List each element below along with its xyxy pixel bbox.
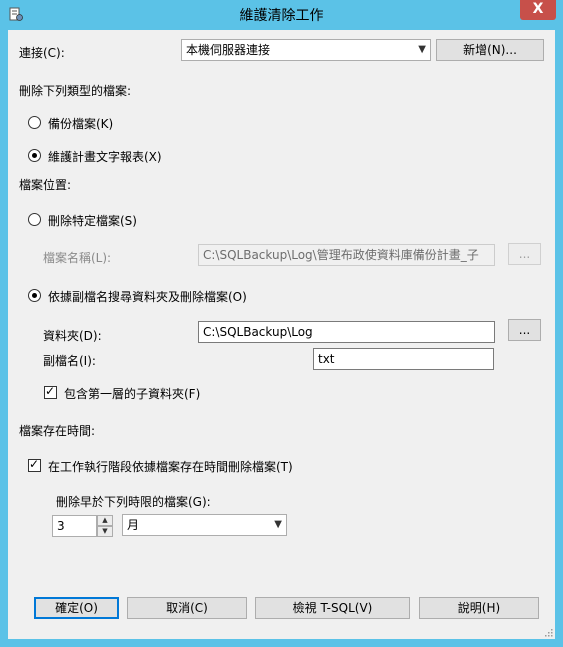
age-unit-value: 月 — [127, 518, 140, 532]
file-location-heading: 檔案位置: — [19, 178, 72, 192]
delete-specific-file-radio[interactable] — [28, 213, 41, 226]
delete-specific-file-label: 刪除特定檔案(S) — [48, 214, 137, 228]
chevron-down-icon: ▼ — [274, 519, 282, 530]
new-connection-button[interactable]: 新增(N)... — [436, 39, 544, 61]
search-by-extension-radio[interactable] — [28, 289, 41, 302]
cancel-button[interactable]: 取消(C) — [127, 597, 247, 619]
backup-files-radio[interactable] — [28, 116, 41, 129]
age-amount-input[interactable]: 3 — [52, 515, 97, 537]
view-tsql-button[interactable]: 檢視 T-SQL(V) — [255, 597, 410, 619]
delete-by-age-label: 在工作執行階段依據檔案存在時間刪除檔案(T) — [48, 460, 293, 474]
delete-by-age-checkbox[interactable] — [28, 457, 41, 472]
extension-label: 副檔名(I): — [43, 354, 96, 368]
file-type-heading: 刪除下列類型的檔案: — [19, 84, 132, 98]
age-unit-combo[interactable]: 月 ▼ — [122, 514, 287, 536]
window-title: 維護清除工作 — [239, 8, 324, 24]
file-name-label: 檔案名稱(L): — [43, 251, 112, 265]
folder-label: 資料夾(D): — [43, 329, 102, 343]
older-than-label: 刪除早於下列時限的檔案(G): — [56, 495, 211, 509]
connection-combo[interactable]: 本機伺服器連接 ▼ — [181, 39, 431, 61]
close-button[interactable]: X — [520, 0, 556, 20]
spin-down-icon[interactable]: ▼ — [97, 526, 113, 537]
extension-input[interactable]: txt — [313, 348, 494, 370]
file-age-heading: 檔案存在時間: — [19, 424, 96, 438]
ok-button[interactable]: 確定(O) — [34, 597, 119, 619]
folder-browse-button[interactable]: ... — [508, 319, 541, 341]
maintenance-report-radio[interactable] — [28, 149, 41, 162]
file-name-input[interactable]: C:\SQLBackup\Log\管理布政使資料庫備份計畫_子計畫 — [198, 244, 495, 266]
connection-label: 連接(C): — [19, 46, 65, 60]
title-bar: 維護清除工作 X — [0, 0, 563, 30]
help-button[interactable]: 說明(H) — [419, 597, 539, 619]
spin-up-icon[interactable]: ▲ — [97, 515, 113, 526]
search-by-extension-label: 依據副檔名搜尋資料夾及刪除檔案(O) — [48, 290, 247, 304]
maintenance-report-label: 維護計畫文字報表(X) — [48, 150, 162, 164]
file-name-browse-button[interactable]: ... — [508, 243, 541, 265]
include-subfolders-label: 包含第一層的子資料夾(F) — [64, 387, 201, 401]
backup-files-label: 備份檔案(K) — [48, 117, 114, 131]
resize-grip-icon[interactable] — [543, 627, 553, 637]
folder-input[interactable]: C:\SQLBackup\Log — [198, 321, 495, 343]
age-amount-spinner: ▲ ▼ — [97, 515, 113, 537]
connection-value: 本機伺服器連接 — [186, 43, 271, 57]
chevron-down-icon: ▼ — [418, 44, 426, 55]
dialog-client-area: 連接(C): 本機伺服器連接 ▼ 新增(N)... 刪除下列類型的檔案: 備份檔… — [8, 30, 555, 639]
include-subfolders-checkbox[interactable] — [44, 384, 57, 399]
